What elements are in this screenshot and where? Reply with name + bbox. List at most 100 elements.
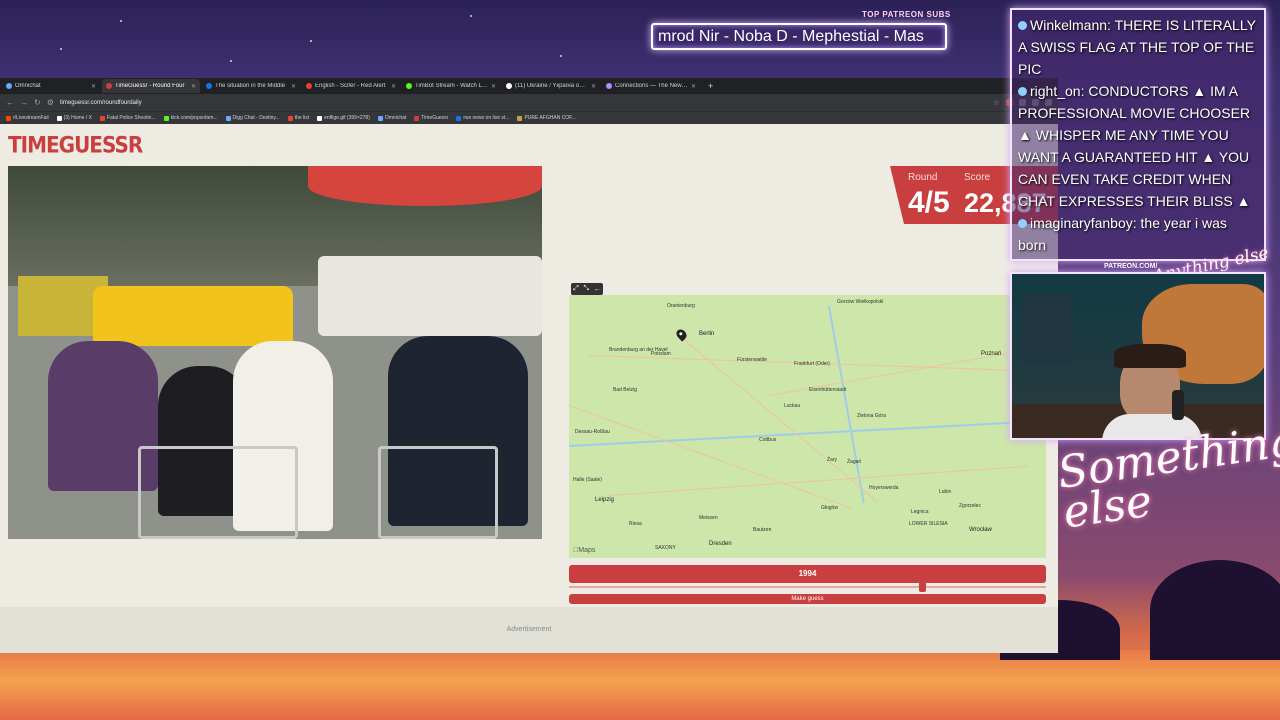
map-road — [608, 465, 1029, 496]
map-collapse-icon[interactable]: ← — [594, 286, 601, 293]
browser-tab[interactable]: Omnichat ✕ — [2, 79, 100, 93]
bookmark-item[interactable]: Digg Chat - Destiny... — [225, 115, 280, 121]
close-tab-icon[interactable]: ✕ — [291, 83, 296, 90]
bookmark-favicon-icon — [377, 115, 383, 121]
bookmark-favicon-icon — [225, 115, 231, 121]
bookmark-item[interactable]: enflige.gif (399×278) — [317, 115, 370, 121]
make-guess-button[interactable]: Make guess — [569, 594, 1046, 604]
chat-badge-icon — [1018, 21, 1027, 30]
close-tab-icon[interactable]: ✕ — [91, 83, 96, 90]
map-city-label: Żary — [827, 457, 837, 463]
sunset-band — [0, 650, 1280, 720]
map-city-label: Lubin — [939, 489, 952, 495]
round-photo[interactable] — [8, 166, 542, 539]
year-slider-thumb[interactable] — [919, 582, 926, 592]
browser-tab[interactable]: English - Scifer - Red Alert ✕ — [302, 79, 400, 93]
browser-tab[interactable]: Connections — The New York ✕ — [602, 79, 700, 93]
close-tab-icon[interactable]: ✕ — [391, 83, 396, 90]
chat-message: imaginaryfanboy: the year i was born — [1018, 212, 1258, 256]
advertisement-area: Advertisement — [0, 607, 1058, 653]
browser-tab[interactable]: TimBot Stream - Watch Live on✕ — [402, 79, 500, 93]
map-shrink-icon[interactable]: ⤡ — [584, 285, 590, 293]
map-city-label: LOWER SILESIA — [909, 521, 948, 527]
reload-icon[interactable]: ↻ — [34, 98, 41, 107]
bookmark-item[interactable]: TimeGuessr — [414, 115, 448, 121]
chat-username: Winkelmann: — [1030, 17, 1111, 33]
bookmark-favicon-icon — [456, 115, 462, 121]
map-city-label: Zgorzelec — [959, 503, 981, 509]
tab-label: Connections — The New York — [615, 83, 688, 89]
tab-favicon-icon — [206, 83, 212, 89]
close-tab-icon[interactable]: ✕ — [191, 83, 196, 90]
bookmark-item[interactable]: rws news on live st... — [456, 115, 509, 121]
chat-username: imaginaryfanboy: — [1030, 215, 1137, 231]
stream-chat: Winkelmann: THERE IS LITERALLY A SWISS F… — [1010, 8, 1266, 261]
map-city-label: Bautzen — [753, 527, 772, 533]
browser-tab[interactable]: (11) Ukraine / Yкраїна on X: "o✕ — [502, 79, 600, 93]
photo-chair — [378, 446, 498, 539]
map-expand-icon[interactable]: ⤢ — [573, 285, 579, 293]
patreon-subs-ticker: mrod Nir - Noba D - Mephestial - Mas — [651, 23, 947, 50]
chat-text: CONDUCTORS ▲ IM A PROFESSIONAL MOVIE CHO… — [1018, 83, 1251, 209]
forward-icon[interactable]: → — [20, 98, 28, 107]
chat-badge-icon — [1018, 87, 1027, 96]
map-city-label: Leipzig — [595, 497, 615, 503]
map-city-label: Gorzów Wielkopolski — [837, 299, 884, 305]
bookmark-favicon-icon — [99, 115, 105, 121]
microphone-icon — [1172, 390, 1184, 420]
close-tab-icon[interactable]: ✕ — [591, 83, 596, 90]
bookmark-item[interactable]: (3) Home / X — [56, 115, 92, 121]
new-tab-button[interactable]: + — [702, 81, 719, 91]
bookmark-item[interactable]: the list — [287, 115, 310, 121]
streamer-hair — [1114, 344, 1186, 368]
guess-pin-icon[interactable] — [674, 327, 689, 342]
map-city-label: Meissen — [699, 515, 718, 521]
map-city-label: Dessau-Roßlau — [575, 429, 610, 435]
close-tab-icon[interactable]: ✕ — [691, 83, 696, 90]
bookmark-item[interactable]: Fatal Police Shootin... — [99, 115, 156, 121]
bookmark-item[interactable]: PURE AFGHAN COF... — [517, 115, 576, 121]
bookmark-star-icon[interactable]: ☆ — [993, 98, 1000, 107]
tab-favicon-icon — [506, 83, 512, 89]
score-label: Score — [964, 172, 991, 183]
star — [310, 40, 312, 42]
bookmark-favicon-icon — [56, 115, 62, 121]
map-city-label: Hoyerswerda — [869, 485, 899, 491]
star — [470, 15, 472, 17]
webcam-feed — [1010, 272, 1266, 440]
bookmark-label: the list — [294, 115, 310, 121]
map-city-label: Głogów — [821, 505, 838, 511]
tab-favicon-icon — [6, 83, 12, 89]
browser-tab[interactable]: TimeGuessr - Round Four ✕ — [102, 79, 200, 93]
chat-username: right_on: — [1030, 83, 1085, 99]
star — [60, 48, 62, 50]
tab-favicon-icon — [106, 83, 112, 89]
guess-map[interactable]: Maps OranienburgGorzów WielkopolskiBran… — [569, 295, 1046, 558]
site-info-icon[interactable]: ⚙ — [47, 98, 54, 107]
bookmark-label: enflige.gif (399×278) — [324, 115, 370, 121]
map-controls[interactable]: ⤢ ⤡ ← — [571, 283, 603, 295]
bookmark-label: PURE AFGHAN COF... — [524, 115, 576, 121]
back-icon[interactable]: ← — [6, 98, 14, 107]
browser-tab[interactable]: The situation in the Middle ✕ — [202, 79, 300, 93]
bookmark-label: TimeGuessr — [421, 115, 449, 121]
bookmark-item[interactable]: r/LivestreamFail — [6, 115, 49, 121]
star — [560, 55, 562, 57]
tab-label: TimeGuessr - Round Four — [115, 83, 185, 89]
map-road — [569, 405, 852, 509]
bookmark-label: r/LivestreamFail — [13, 115, 49, 121]
bookmark-item[interactable]: kick.com/popsofam... — [163, 115, 218, 121]
map-city-label: Berlin — [699, 331, 715, 337]
timeguessr-logo[interactable]: TIMEGUESSR — [8, 132, 143, 158]
tab-favicon-icon — [406, 83, 412, 89]
bookmark-label: Omnichat — [384, 115, 407, 121]
bookmark-label: Fatal Police Shootin... — [106, 115, 156, 121]
bookmark-item[interactable]: Omnichat — [377, 115, 407, 121]
photo-white-car — [318, 256, 542, 336]
close-tab-icon[interactable]: ✕ — [491, 83, 496, 90]
maps-attribution: Maps — [573, 547, 595, 554]
tab-label: Omnichat — [15, 83, 41, 89]
url-field[interactable]: timeguessr.com/roundfourdaily — [60, 100, 987, 106]
palm-silhouette — [1150, 560, 1280, 660]
year-slider-track[interactable] — [569, 586, 1046, 588]
